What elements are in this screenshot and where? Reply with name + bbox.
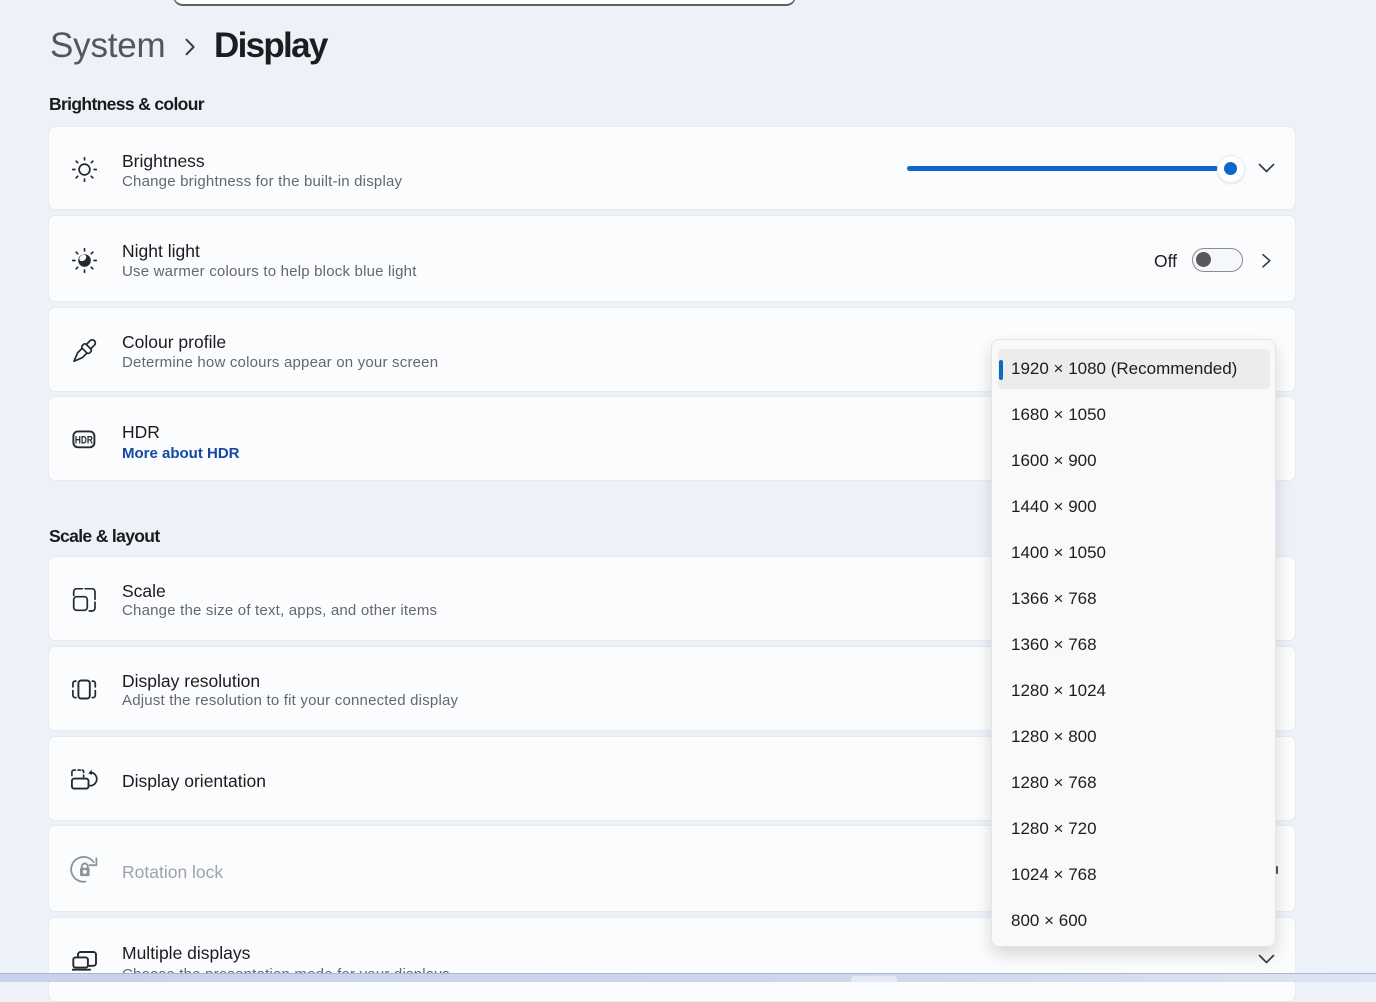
svg-text:HDR: HDR [75,435,93,447]
